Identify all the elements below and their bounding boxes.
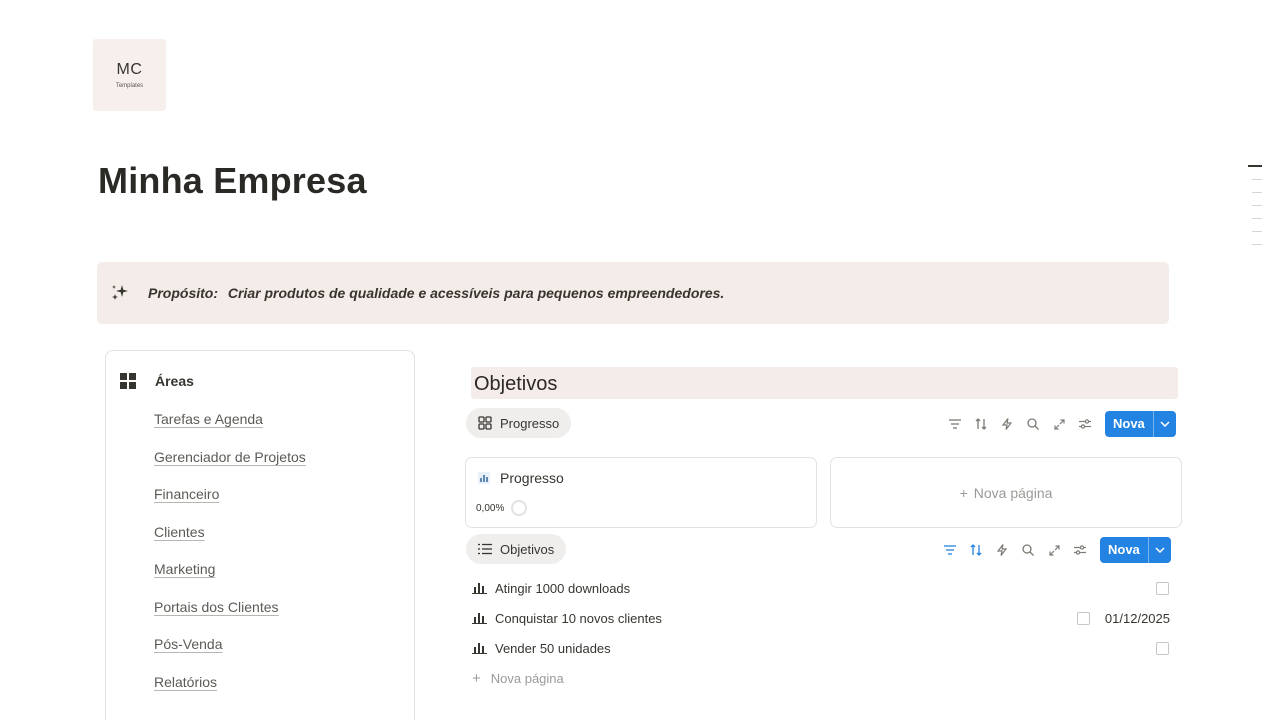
progress-percent: 0,00% bbox=[476, 502, 505, 514]
callout-body: Criar produtos de qualidade e acessíveis… bbox=[227, 285, 725, 301]
progress-ring bbox=[511, 500, 528, 516]
checkbox[interactable] bbox=[1077, 611, 1090, 625]
filter-icon[interactable] bbox=[937, 538, 963, 562]
objetivos-list: Atingir 1000 downloads Conquistar 10 nov… bbox=[472, 573, 1170, 693]
list-item-title[interactable]: Conquistar 10 novos clientes bbox=[495, 611, 662, 626]
sort-icon[interactable] bbox=[963, 538, 989, 562]
toc-line[interactable] bbox=[1252, 192, 1262, 193]
toc-line[interactable] bbox=[1252, 218, 1262, 219]
progress-card[interactable]: Progresso 0,00% bbox=[465, 457, 817, 528]
plus-icon: + bbox=[472, 669, 481, 687]
callout-label: Propósito: bbox=[148, 285, 218, 301]
progress-card-title: Progresso bbox=[478, 470, 564, 486]
bar-chart-icon bbox=[472, 642, 487, 654]
gallery-icon bbox=[478, 416, 492, 430]
board-toolbar: Nova bbox=[942, 411, 1176, 437]
view-tab-label: Objetivos bbox=[500, 541, 555, 557]
new-page-row[interactable]: + Nova página bbox=[472, 663, 1170, 693]
areas-panel: Áreas Tarefas e Agenda Gerenciador de Pr… bbox=[105, 350, 415, 720]
area-link-projetos[interactable]: Gerenciador de Projetos bbox=[154, 448, 306, 486]
new-page-card[interactable]: + Nova página bbox=[830, 457, 1182, 528]
list-item-date: 01/12/2025 bbox=[1104, 610, 1170, 626]
settings-sliders-icon[interactable] bbox=[1072, 412, 1098, 436]
new-button[interactable]: Nova bbox=[1105, 411, 1176, 437]
new-page-card-label[interactable]: + Nova página bbox=[831, 485, 1181, 501]
checkbox[interactable] bbox=[1156, 581, 1169, 595]
bar-chart-icon bbox=[472, 612, 487, 624]
areas-header: Áreas bbox=[120, 373, 194, 389]
chevron-down-icon[interactable] bbox=[1149, 547, 1171, 553]
settings-sliders-icon[interactable] bbox=[1067, 538, 1093, 562]
new-button[interactable]: Nova bbox=[1100, 537, 1171, 563]
new-button-label[interactable]: Nova bbox=[1100, 537, 1149, 563]
list-item[interactable]: Vender 50 unidades bbox=[472, 633, 1170, 663]
bar-chart-icon bbox=[472, 582, 487, 594]
list-item-title[interactable]: Atingir 1000 downloads bbox=[495, 581, 630, 596]
filter-icon[interactable] bbox=[942, 412, 968, 436]
toc-line[interactable] bbox=[1252, 231, 1262, 232]
chevron-down-icon[interactable] bbox=[1154, 421, 1176, 427]
area-link-financeiro[interactable]: Financeiro bbox=[154, 485, 306, 523]
page-title: Minha Empresa bbox=[98, 160, 367, 201]
search-icon[interactable] bbox=[1015, 538, 1041, 562]
new-page-label[interactable]: Nova página bbox=[491, 671, 564, 686]
table-of-contents-indicator[interactable] bbox=[1248, 165, 1262, 257]
toc-line[interactable] bbox=[1252, 179, 1262, 180]
automation-icon[interactable] bbox=[994, 412, 1020, 436]
chart-icon bbox=[478, 472, 490, 484]
search-icon[interactable] bbox=[1020, 412, 1046, 436]
automation-icon[interactable] bbox=[989, 538, 1015, 562]
company-logo: MC Templates bbox=[93, 39, 166, 111]
logo-sub-text: Templates bbox=[115, 83, 144, 89]
expand-icon[interactable] bbox=[1046, 412, 1072, 436]
progress-value: 0,00% bbox=[476, 500, 528, 516]
progress-card-label: Progresso bbox=[500, 470, 564, 486]
logo-main-text: MC bbox=[116, 61, 143, 78]
toc-line-active[interactable] bbox=[1248, 165, 1262, 167]
view-tab-objetivos[interactable]: Objetivos bbox=[466, 534, 567, 564]
view-tab-progresso[interactable]: Progresso bbox=[466, 408, 572, 438]
areas-title: Áreas bbox=[155, 373, 194, 389]
list-item-title[interactable]: Vender 50 unidades bbox=[495, 641, 611, 656]
toc-line[interactable] bbox=[1252, 244, 1262, 245]
plus-icon: + bbox=[959, 485, 968, 501]
area-link-pos-venda[interactable]: Pós-Venda bbox=[154, 635, 306, 673]
toc-line[interactable] bbox=[1252, 205, 1262, 206]
area-link-clientes[interactable]: Clientes bbox=[154, 523, 306, 561]
area-link-relatorios[interactable]: Relatórios bbox=[154, 673, 306, 711]
grid-icon bbox=[120, 373, 136, 389]
areas-links: Tarefas e Agenda Gerenciador de Projetos… bbox=[154, 410, 306, 710]
purpose-callout: Propósito: Criar produtos de qualidade e… bbox=[97, 262, 1169, 324]
expand-icon[interactable] bbox=[1041, 538, 1067, 562]
list-item[interactable]: Atingir 1000 downloads bbox=[472, 573, 1170, 603]
list-icon bbox=[478, 543, 492, 555]
area-link-marketing[interactable]: Marketing bbox=[154, 560, 306, 598]
checkbox[interactable] bbox=[1156, 641, 1169, 655]
sparkles-icon bbox=[109, 282, 131, 304]
area-link-tarefas[interactable]: Tarefas e Agenda bbox=[154, 410, 306, 448]
view-tab-label: Progresso bbox=[500, 415, 560, 431]
callout-text: Propósito: Criar produtos de qualidade e… bbox=[148, 285, 724, 301]
list-toolbar: Nova bbox=[937, 537, 1171, 563]
area-link-portais[interactable]: Portais dos Clientes bbox=[154, 598, 306, 636]
list-item[interactable]: Conquistar 10 novos clientes 01/12/2025 bbox=[472, 603, 1170, 633]
objetivos-heading: Objetivos bbox=[471, 367, 1178, 399]
sort-icon[interactable] bbox=[968, 412, 994, 436]
new-button-label[interactable]: Nova bbox=[1105, 411, 1154, 437]
